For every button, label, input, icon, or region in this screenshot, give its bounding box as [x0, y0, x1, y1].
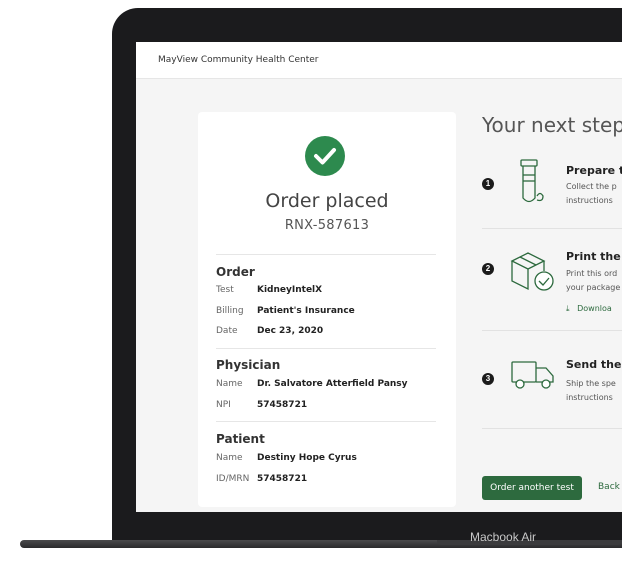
- patient-id-label: ID/MRN: [216, 474, 250, 484]
- order-id: RNX-587613: [284, 218, 370, 233]
- physician-heading: Physician: [216, 358, 281, 372]
- physician-name-label: Name: [216, 379, 243, 389]
- test-label: Test: [216, 285, 234, 295]
- physician-name-value: Dr. Salvatore Atterfield Pansy: [257, 379, 408, 389]
- order-heading: Order: [216, 265, 255, 279]
- order-title: Order placed: [265, 190, 389, 212]
- npi-label: NPI: [216, 400, 231, 410]
- check-icon: [305, 136, 345, 176]
- date-value: Dec 23, 2020: [257, 326, 324, 336]
- test-value: KidneyIntelX: [257, 285, 323, 295]
- patient-name-value: Destiny Hope Cyrus: [257, 453, 357, 463]
- divider: [216, 421, 436, 422]
- patient-id-value: 57458721: [257, 474, 308, 484]
- patient-heading: Patient: [216, 432, 265, 446]
- divider: [216, 348, 436, 349]
- patient-name-label: Name: [216, 453, 243, 463]
- date-label: Date: [216, 326, 238, 336]
- app-title: MayView Community Health Center: [158, 55, 319, 65]
- app-header: MayView Community Health Center: [136, 42, 622, 79]
- device-brand-label: Macbook Air: [470, 530, 537, 544]
- billing-value: Patient's Insurance: [257, 306, 355, 316]
- laptop-screen: MayView Community Health Center Order pl…: [136, 42, 622, 512]
- divider: [216, 254, 436, 255]
- back-link[interactable]: Back: [598, 482, 620, 492]
- billing-label: Billing: [216, 306, 244, 316]
- order-another-test-button[interactable]: Order another test: [482, 476, 582, 500]
- order-summary-card: Order placed RNX-587613 Order Test Kidne…: [198, 112, 456, 507]
- npi-value: 57458721: [257, 400, 308, 410]
